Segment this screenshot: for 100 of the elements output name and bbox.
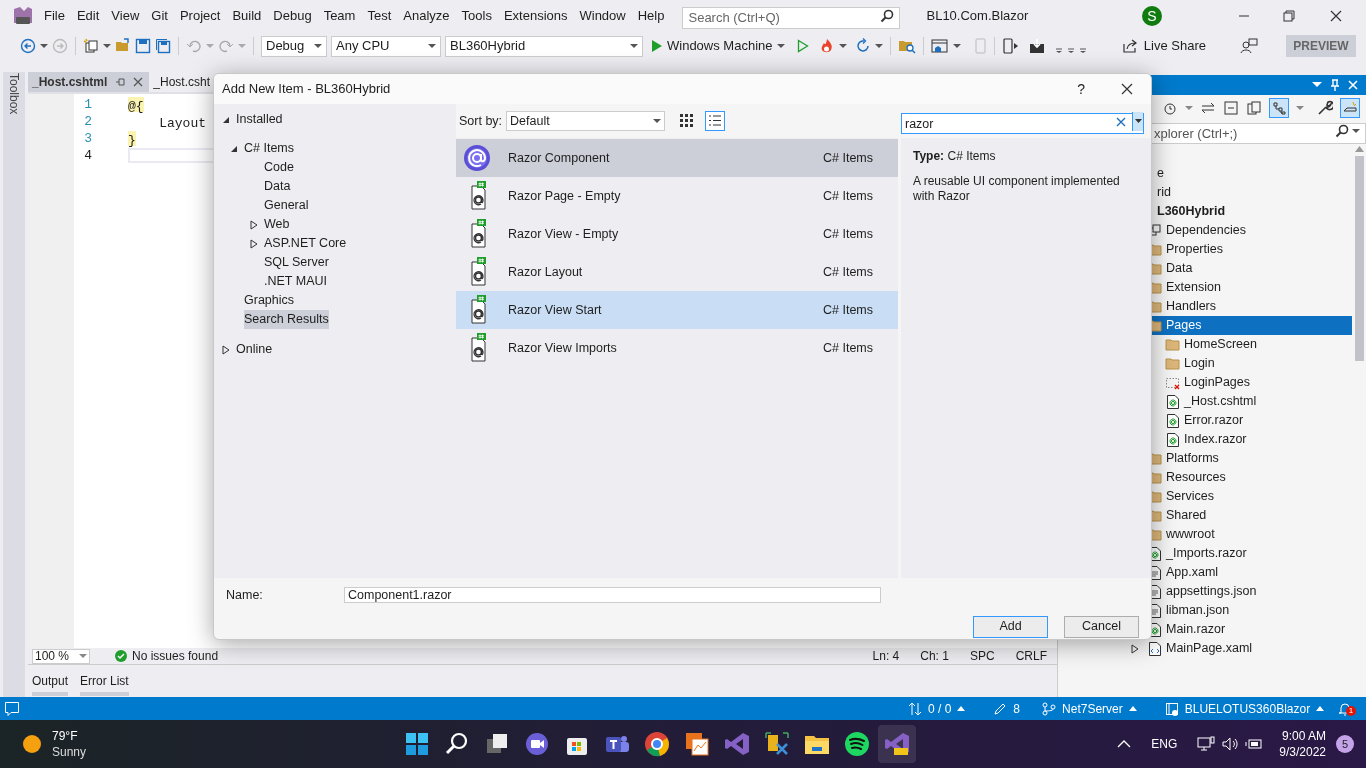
close-icon[interactable] [1330, 10, 1342, 22]
startup-project-dropdown[interactable]: BL360Hybrid [445, 35, 643, 57]
clock-time[interactable]: 9:00 AM [1281, 728, 1326, 744]
caret-icon[interactable] [653, 118, 662, 124]
visual-studio-icon[interactable] [723, 730, 751, 758]
expand-arrow-icon[interactable] [1131, 643, 1139, 654]
menu-item[interactable]: View [105, 6, 146, 26]
repository-status[interactable]: BLUELOTUS360Blazor [1164, 699, 1325, 718]
chat-bubble-icon[interactable] [4, 700, 20, 717]
tree-item[interactable]: MainPage.xaml [1166, 639, 1253, 658]
menu-item[interactable]: Help [631, 6, 671, 26]
tree-item[interactable]: libman.json [1166, 601, 1230, 620]
platform-dropdown[interactable]: Any CPU [331, 35, 441, 57]
menu-item[interactable]: Edit [70, 6, 106, 26]
refresh-icon[interactable] [854, 38, 871, 54]
caret-icon[interactable] [630, 43, 638, 49]
caret-icon[interactable] [314, 43, 322, 49]
menu-item[interactable]: Git [145, 6, 174, 26]
tree-item[interactable]: Data [1166, 259, 1193, 278]
tree-item[interactable]: Main.razor [1166, 620, 1226, 639]
template-category[interactable]: SQL Server [264, 253, 329, 272]
caret-icon[interactable] [428, 43, 436, 49]
template-search-field[interactable]: razor [901, 113, 1144, 134]
tree-item[interactable]: rid [1157, 183, 1171, 202]
history-clock-icon[interactable] [1162, 100, 1178, 116]
folder-search-icon[interactable] [897, 38, 916, 54]
volume-icon[interactable] [1221, 736, 1240, 752]
feedback-person-icon[interactable] [1240, 38, 1258, 54]
tree-item[interactable]: Shared [1166, 506, 1207, 525]
menu-item[interactable]: Extensions [497, 6, 574, 26]
template-row[interactable]: Razor Layout C# Items [456, 253, 898, 291]
play-outline-icon[interactable] [796, 39, 809, 53]
tree-item[interactable]: _Host.cshtml [1184, 392, 1257, 411]
template-category[interactable]: Code [264, 158, 294, 177]
collapse-arrow-icon[interactable] [222, 115, 230, 124]
help-button[interactable]: ? [1077, 78, 1085, 100]
video-chat-icon[interactable] [523, 730, 551, 758]
collapse-arrow-icon[interactable] [230, 144, 238, 153]
template-category[interactable]: C# Items [244, 139, 294, 158]
music-app-icon[interactable] [843, 730, 871, 758]
start-windows-icon[interactable] [403, 730, 431, 758]
menu-item[interactable]: Team [317, 6, 362, 26]
sort-dropdown[interactable]: Default [506, 111, 666, 131]
template-row[interactable]: Razor Page - Empty C# Items [456, 177, 898, 215]
new-project-icon[interactable] [83, 38, 99, 54]
tree-item[interactable]: Dependencies [1166, 221, 1246, 240]
issues-status[interactable]: No issues found [132, 647, 219, 665]
menu-item[interactable]: File [38, 6, 71, 26]
caret-icon[interactable] [838, 43, 847, 49]
tree-item[interactable]: _Imports.razor [1166, 544, 1247, 563]
copy-pages-icon[interactable] [1246, 100, 1262, 116]
template-category[interactable]: Graphics [244, 291, 295, 310]
template-category[interactable]: ASP.NET Core [264, 234, 347, 253]
changes-status[interactable]: 0 / 0 [908, 699, 966, 718]
add-button[interactable]: Add [973, 615, 1048, 638]
template-row[interactable]: Razor View Imports C# Items [456, 329, 898, 367]
expand-arrow-icon[interactable] [250, 219, 258, 230]
toolbox-tab[interactable]: Toolbox [3, 72, 25, 697]
template-row[interactable]: Razor Component C# Items [456, 139, 898, 177]
template-row[interactable]: Razor View Start C# Items [456, 291, 898, 329]
window-home-icon[interactable] [930, 38, 949, 54]
open-folder-icon[interactable] [115, 38, 131, 54]
browser-icon[interactable] [643, 730, 671, 758]
menu-item[interactable]: Window [573, 6, 632, 26]
tree-item[interactable]: appsettings.json [1166, 582, 1257, 601]
tree-item[interactable]: Resources [1166, 468, 1226, 487]
template-category[interactable]: Online [236, 340, 273, 359]
clock-date[interactable]: 9/3/2022 [1279, 744, 1326, 760]
run-button[interactable]: Windows Machine [647, 35, 789, 57]
menu-item[interactable]: Test [361, 6, 398, 26]
battery-plug-icon[interactable] [1245, 736, 1264, 752]
report-chart-icon[interactable] [683, 730, 711, 758]
tree-item[interactable]: HomeScreen [1184, 335, 1257, 354]
tree-item[interactable]: Error.razor [1184, 411, 1244, 430]
language-indicator[interactable]: ENG [1151, 735, 1178, 753]
wrench-icon[interactable] [1317, 100, 1333, 116]
cancel-button[interactable]: Cancel [1064, 615, 1139, 638]
editor-tab[interactable]: _Host.cshtml [28, 72, 150, 92]
download-box-icon[interactable] [1027, 38, 1046, 54]
zoom-dropdown[interactable]: 100 % [32, 648, 90, 664]
template-category[interactable]: Data [264, 177, 291, 196]
tree-item[interactable]: Properties [1166, 240, 1223, 259]
tree-item[interactable]: Login [1184, 354, 1215, 373]
caret-icon[interactable] [1352, 128, 1360, 134]
list-view-icon[interactable] [705, 111, 726, 131]
menu-item[interactable]: Build [226, 6, 268, 26]
collapse-all-icon[interactable] [1223, 100, 1239, 116]
template-row[interactable]: Razor View - Empty C# Items [456, 215, 898, 253]
template-category[interactable]: Search Results [244, 310, 329, 329]
configuration-dropdown[interactable]: Debug [261, 35, 327, 57]
tree-item[interactable]: wwwroot [1166, 525, 1215, 544]
tree-item[interactable]: e [1157, 164, 1164, 183]
tree-item[interactable]: Index.razor [1184, 430, 1247, 449]
device-arrow-icon[interactable] [1001, 38, 1020, 54]
template-category[interactable]: .NET MAUI [264, 272, 327, 291]
menu-item[interactable]: Analyze [397, 6, 456, 26]
back-icon[interactable] [20, 38, 36, 54]
sync-arrows-icon[interactable] [1200, 100, 1216, 116]
scrollbar-thumb[interactable] [1354, 156, 1364, 361]
chevron-up-icon[interactable] [1117, 739, 1132, 749]
